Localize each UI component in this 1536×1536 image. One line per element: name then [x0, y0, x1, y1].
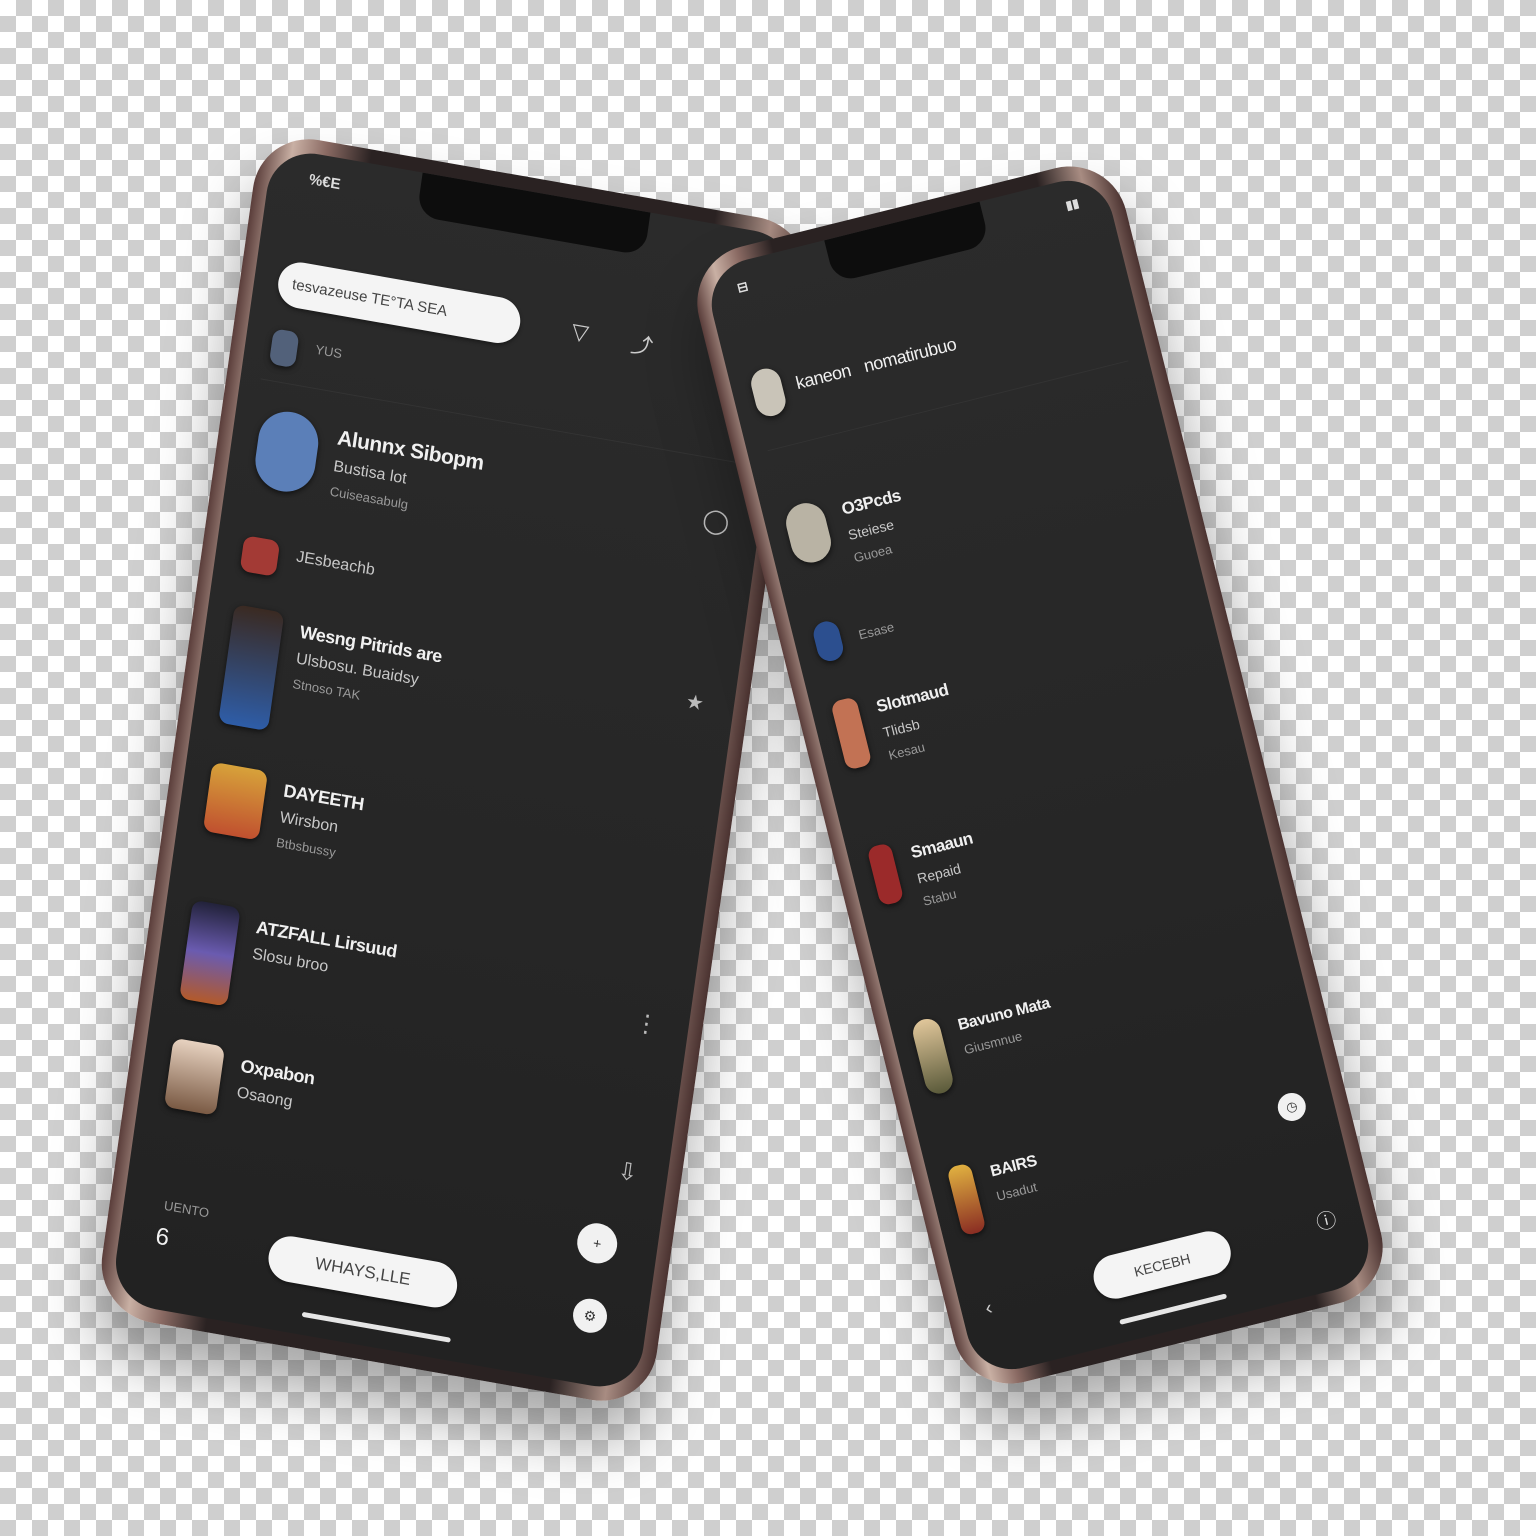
search-input[interactable]: tesvazeuse TE°TA SEA: [275, 258, 524, 347]
item-subtitle: Osaong: [235, 1084, 294, 1111]
item-thumbnail: [866, 842, 905, 907]
list-item[interactable]: Bavuno Mata Giusmnue: [891, 928, 1309, 1101]
item-thumbnail: [218, 604, 285, 732]
lock-icon: ⊟: [735, 278, 750, 296]
home-indicator: [301, 1311, 451, 1343]
item-title: BAIRS: [988, 1152, 1039, 1181]
search-input-value: tesvazeuse TE°TA SEA: [291, 275, 449, 320]
list-item[interactable]: Smaaun Repaid Stabu: [847, 753, 1264, 924]
avatar: [747, 365, 789, 420]
tab-count[interactable]: 6: [154, 1223, 171, 1253]
download-icon[interactable]: ⇩: [615, 1156, 640, 1188]
status-time: %€E: [307, 171, 342, 194]
header-subtitle: nomatirubuo: [861, 333, 959, 377]
phone-screen: ⊟ ▮▮ kaneon nomatirubuo O3Pcds Steiese G…: [701, 171, 1379, 1379]
back-icon[interactable]: ‹: [983, 1297, 995, 1321]
item-title: Oxpabon: [239, 1055, 316, 1089]
header-title: kaneon: [793, 360, 853, 394]
item-thumbnail: [163, 1037, 226, 1116]
primary-action-button[interactable]: WHAYS,LLE: [265, 1232, 461, 1312]
item-thumbnail: [179, 899, 241, 1007]
item-meta: Esase: [856, 619, 896, 643]
item-thumbnail: [946, 1162, 987, 1237]
home-indicator: [1119, 1293, 1228, 1325]
item-thumbnail: [239, 535, 281, 577]
add-button[interactable]: +: [574, 1220, 620, 1267]
item-meta: Btbsbussy: [275, 834, 337, 860]
item-thumbnail: [202, 761, 269, 841]
battery-icon: ▮▮: [1064, 195, 1081, 213]
item-thumbnail: [830, 696, 873, 771]
section-label: YUS: [314, 341, 344, 362]
footer-link[interactable]: UENTO: [163, 1198, 210, 1221]
item-thumbnail: [251, 407, 323, 497]
section-thumb: [268, 328, 300, 369]
more-icon[interactable]: ◯: [701, 505, 732, 538]
item-meta: Usadut: [994, 1179, 1039, 1204]
info-icon[interactable]: ⓘ: [1313, 1203, 1339, 1236]
item-thumbnail: [781, 498, 836, 567]
item-meta: Guoea: [852, 541, 894, 566]
options-icon[interactable]: ⋮: [633, 1008, 661, 1041]
primary-action-button[interactable]: KECEBH: [1088, 1226, 1236, 1304]
filter-icon[interactable]: ▽: [570, 318, 590, 347]
item-thumbnail: [810, 618, 846, 664]
profile-header[interactable]: kaneon nomatirubuo: [729, 278, 1140, 424]
item-subtitle: JEsbeachb: [295, 548, 376, 579]
phone-screen: %€E ▮▮ tesvazeuse TE°TA SEA ▽ ⤴ YUS Alun…: [110, 146, 800, 1394]
item-thumbnail: [910, 1016, 956, 1097]
pin-icon[interactable]: ★: [684, 689, 705, 717]
right-phone: ⊟ ▮▮ kaneon nomatirubuo O3Pcds Steiese G…: [685, 154, 1395, 1396]
settings-icon[interactable]: ⚙: [570, 1296, 610, 1336]
item-title: DAYEETH: [282, 780, 366, 815]
primary-action-label: KECEBH: [1132, 1250, 1193, 1280]
primary-action-label: WHAYS,LLE: [313, 1253, 412, 1290]
share-icon[interactable]: ⤴: [629, 327, 655, 362]
